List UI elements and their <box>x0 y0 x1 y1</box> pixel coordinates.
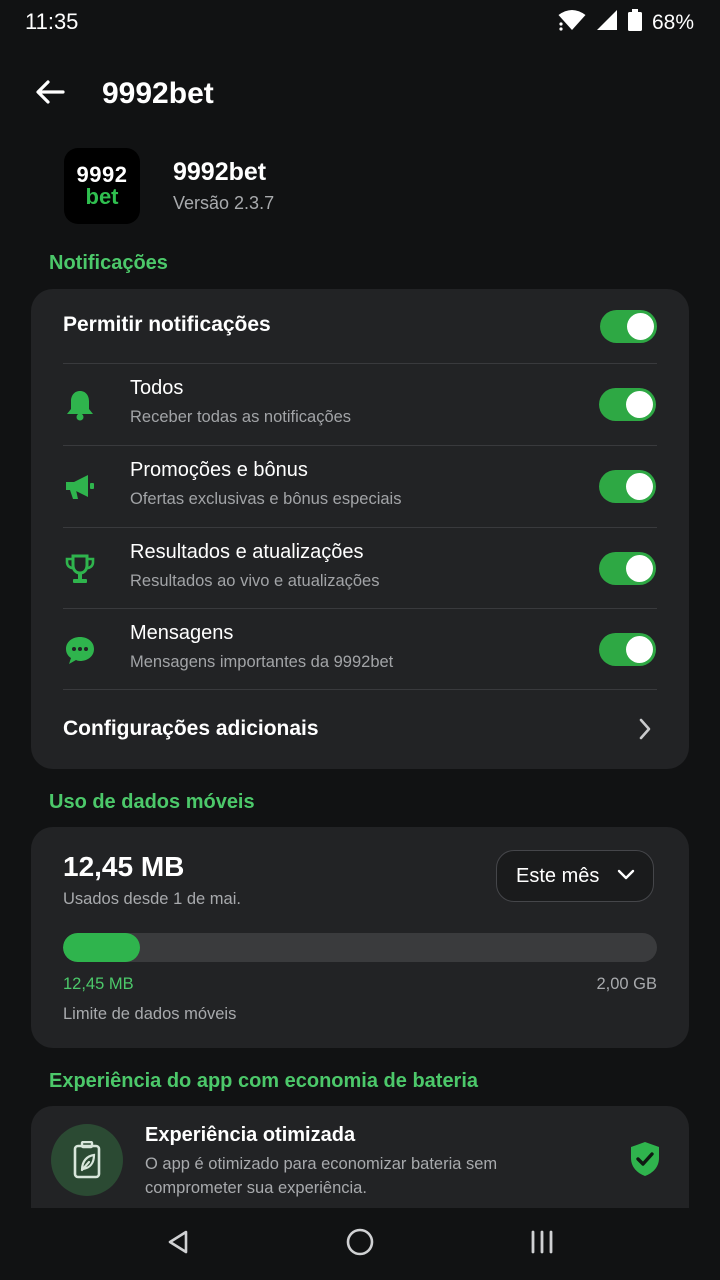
additional-settings-row[interactable]: Configurações adicionais <box>63 690 657 768</box>
battery-icon <box>627 9 642 36</box>
notification-subtitle: Resultados ao vivo e atualizações <box>130 572 380 590</box>
allow-notifications-row[interactable]: Permitir notificações <box>63 289 657 363</box>
logo-text-bottom: bet <box>85 184 119 209</box>
data-used-label: 12,45 MB <box>63 975 134 993</box>
app-version: Versão 2.3.7 <box>173 193 275 213</box>
app-logo: 9992 bet <box>64 148 140 224</box>
app-name: 9992bet <box>173 158 267 186</box>
data-limit-label: Limite de dados móveis <box>63 1005 237 1023</box>
data-used-since: Usados desde 1 de mai. <box>63 890 241 908</box>
toggle-todos[interactable] <box>599 388 656 421</box>
bell-icon <box>63 388 97 422</box>
toggle-knob <box>626 473 653 500</box>
toggle-knob <box>626 555 653 582</box>
trophy-icon <box>63 552 97 586</box>
section-label-notifications: Notificações <box>49 252 168 274</box>
chevron-right-icon <box>639 718 651 745</box>
additional-settings-label: Configurações adicionais <box>63 717 319 740</box>
notification-row-todos[interactable]: Todos Receber todas as notificações <box>31 364 689 445</box>
page-title: 9992bet <box>102 77 214 110</box>
notification-title: Resultados e atualizações <box>130 541 364 563</box>
battery-leaf-icon <box>51 1124 123 1196</box>
allow-notifications-label: Permitir notificações <box>63 313 271 336</box>
data-usage-card: 12,45 MB Usados desde 1 de mai. Este mês… <box>31 827 689 1048</box>
data-limit-value: 2,00 GB <box>596 975 657 993</box>
nav-home-button[interactable] <box>340 1228 380 1260</box>
status-bar: 11:35 68% <box>0 0 720 44</box>
battery-card[interactable]: Experiência otimizada O app é otimizado … <box>31 1106 689 1208</box>
notification-row-resultados[interactable]: Resultados e atualizações Resultados ao … <box>31 528 689 609</box>
section-label-battery: Experiência do app com economia de bater… <box>49 1070 479 1092</box>
section-label-data-usage: Uso de dados móveis <box>49 791 255 813</box>
notification-row-promocoes[interactable]: Promoções e bônus Ofertas exclusivas e b… <box>31 446 689 527</box>
battery-percent: 68% <box>651 10 694 34</box>
data-usage-progress-bar <box>63 933 657 962</box>
toggle-knob <box>626 391 653 418</box>
data-usage-progress-fill <box>63 933 141 962</box>
notification-subtitle: Ofertas exclusivas e bônus especiais <box>130 490 402 508</box>
nav-back-button[interactable] <box>158 1228 198 1260</box>
chevron-down-icon <box>617 868 635 886</box>
battery-description: O app é otimizado para economizar bateri… <box>145 1155 498 1197</box>
signal-icon <box>596 9 618 36</box>
notification-title: Promoções e bônus <box>130 459 308 481</box>
toggle-knob <box>627 313 654 340</box>
app-bar: 9992bet <box>0 62 720 126</box>
battery-title: Experiência otimizada <box>145 1124 356 1146</box>
period-dropdown[interactable]: Este mês <box>496 850 654 902</box>
nav-recents-button[interactable] <box>522 1228 562 1260</box>
toggle-knob <box>626 636 653 663</box>
wifi-icon <box>558 9 586 36</box>
logo-text-top: 9992 <box>76 162 128 187</box>
app-header: 9992 bet 9992bet Versão 2.3.7 <box>64 148 664 224</box>
status-time: 11:35 <box>25 9 79 34</box>
status-icons: 68% <box>558 9 694 36</box>
notification-subtitle: Receber todas as notificações <box>130 408 352 426</box>
notification-row-mensagens[interactable]: Mensagens Mensagens importantes da 9992b… <box>31 609 689 690</box>
data-used-amount: 12,45 MB <box>63 851 185 882</box>
arrow-left-icon <box>35 79 65 110</box>
toggle-resultados[interactable] <box>599 552 656 585</box>
toggle-promocoes[interactable] <box>599 470 656 503</box>
allow-notifications-toggle[interactable] <box>600 310 657 343</box>
notifications-card: Permitir notificações Todos Receber toda… <box>31 289 689 769</box>
notification-subtitle: Mensagens importantes da 9992bet <box>130 653 394 671</box>
recents-icon <box>529 1230 555 1259</box>
shield-check-icon <box>629 1141 661 1182</box>
back-triangle-icon <box>166 1229 190 1260</box>
toggle-mensagens[interactable] <box>599 633 656 666</box>
chat-bubble-icon <box>63 633 97 667</box>
notification-title: Todos <box>130 377 184 399</box>
system-nav-bar <box>0 1208 720 1280</box>
megaphone-icon <box>63 470 97 504</box>
notification-title: Mensagens <box>130 622 234 644</box>
home-circle-icon <box>345 1227 375 1262</box>
back-button[interactable] <box>28 76 72 112</box>
period-dropdown-value: Este mês <box>516 865 600 887</box>
